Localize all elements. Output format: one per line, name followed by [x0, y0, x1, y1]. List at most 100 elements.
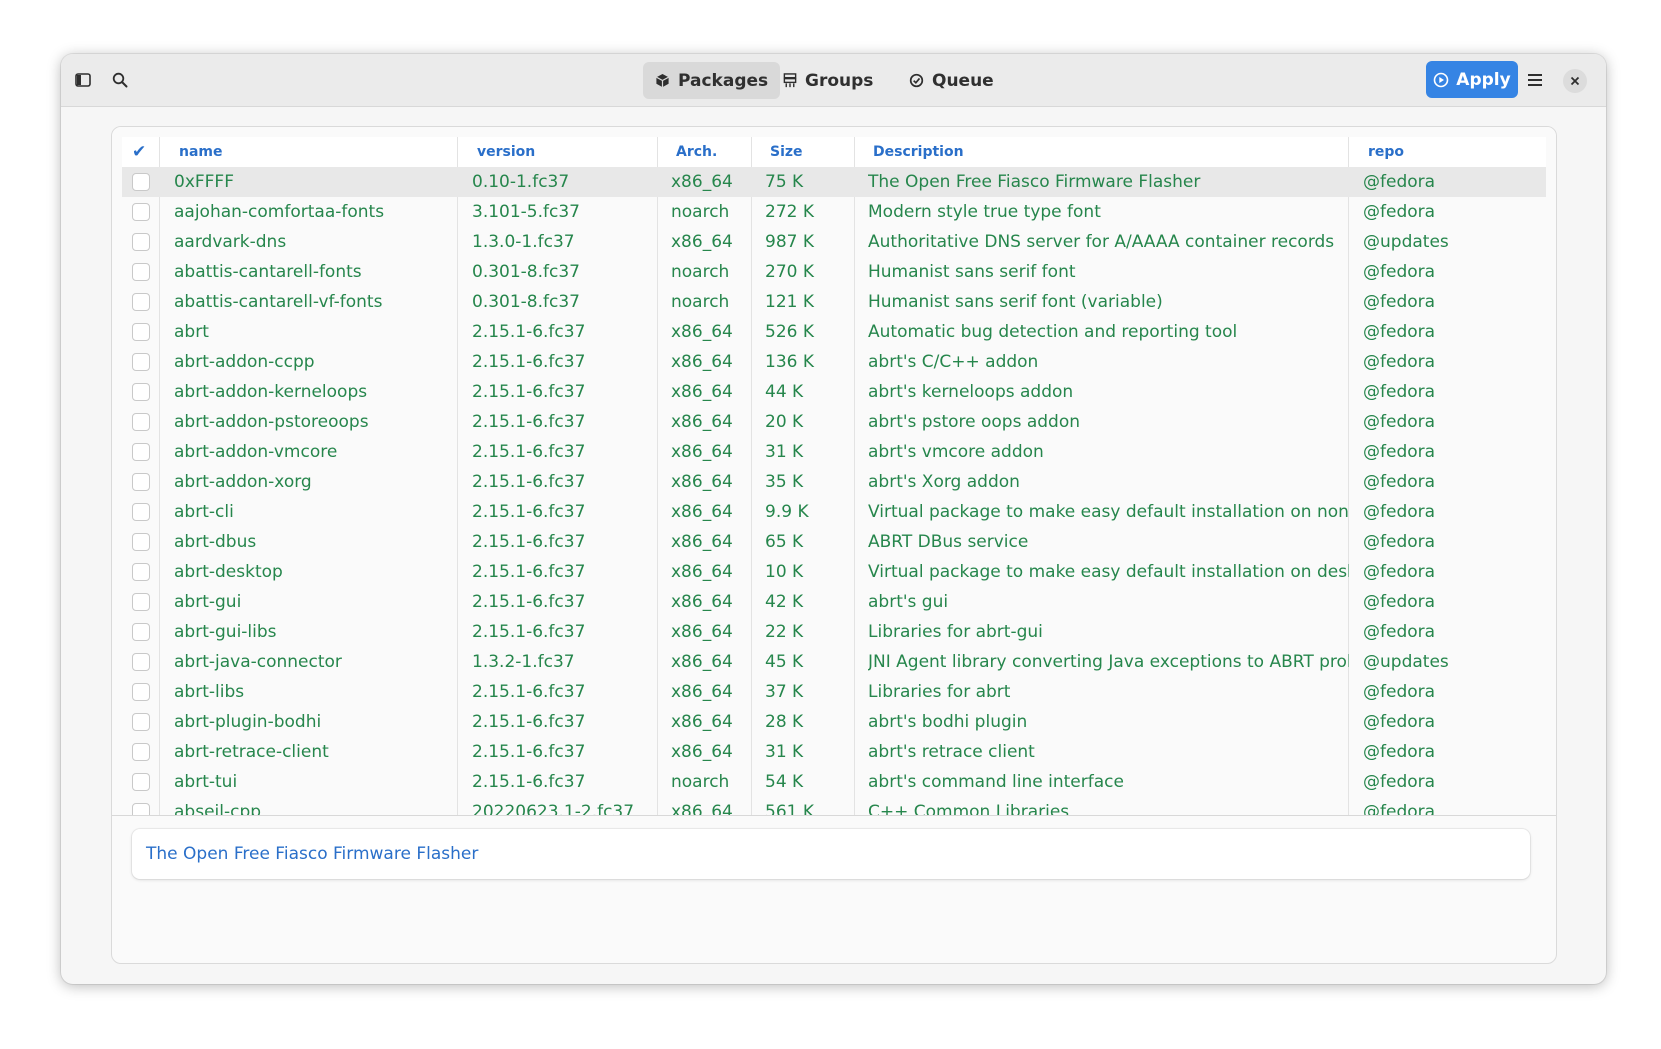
cell-repo: @fedora — [1363, 772, 1436, 792]
row-checkbox[interactable] — [132, 623, 150, 641]
cell-description: C++ Common Libraries — [868, 802, 1070, 816]
column-header-name[interactable]: name — [179, 137, 223, 167]
row-checkbox[interactable] — [132, 443, 150, 461]
row-checkbox[interactable] — [132, 803, 150, 815]
cell-arch: x86_64 — [671, 712, 733, 732]
row-checkbox[interactable] — [132, 413, 150, 431]
cell-description: abrt's Xorg addon — [868, 472, 1020, 492]
cell-description: abrt's bodhi plugin — [868, 712, 1028, 732]
table-row[interactable]: abrt-plugin-bodhi 2.15.1-6.fc37 x86_64 28 K… — [122, 707, 1546, 737]
cell-size: 44 K — [765, 382, 804, 402]
table-row[interactable]: abrt 2.15.1-6.fc37 x86_64 526 K Automatic bu… — [122, 317, 1546, 347]
row-checkbox[interactable] — [132, 683, 150, 701]
row-checkbox[interactable] — [132, 383, 150, 401]
tab-label: Queue — [932, 70, 994, 91]
table-row[interactable]: abrt-tui 2.15.1-6.fc37 noarch 54 K abrt's co… — [122, 767, 1546, 797]
sidebar-toggle-button[interactable] — [66, 63, 100, 97]
main-menu-button[interactable] — [1518, 63, 1552, 97]
table-row[interactable]: abattis-cantarell-fonts 0.301-8.fc37 noarc… — [122, 257, 1546, 287]
row-checkbox[interactable] — [132, 593, 150, 611]
table-row[interactable]: abrt-retrace-client 2.15.1-6.fc37 x86_64 31… — [122, 737, 1546, 767]
cell-description: Modern style true type font — [868, 202, 1101, 222]
table-row[interactable]: abrt-dbus 2.15.1-6.fc37 x86_64 65 K ABRT DBu… — [122, 527, 1546, 557]
column-header-description[interactable]: Description — [873, 137, 964, 167]
select-all-column-header[interactable]: ✔ — [132, 137, 146, 167]
cell-name: abrt-gui — [174, 592, 242, 612]
cell-description: JNI Agent library converting Java except… — [868, 652, 1349, 672]
cell-repo: @fedora — [1363, 592, 1436, 612]
table-row[interactable]: abattis-cantarell-vf-fonts 0.301-8.fc37 no… — [122, 287, 1546, 317]
row-checkbox[interactable] — [132, 233, 150, 251]
row-checkbox[interactable] — [132, 533, 150, 551]
table-row[interactable]: 0xFFFF 0.10-1.fc37 x86_64 75 K The Open Free… — [122, 167, 1546, 197]
table-row[interactable]: aajohan-comfortaa-fonts 3.101-5.fc37 noarc… — [122, 197, 1546, 227]
table-row[interactable]: abseil-cpp 20220623.1-2.fc37 x86_64 561 K C+… — [122, 797, 1546, 816]
row-checkbox[interactable] — [132, 563, 150, 581]
tab-label: Groups — [805, 70, 874, 91]
table-row[interactable]: abrt-addon-pstoreoops 2.15.1-6.fc37 x86_64… — [122, 407, 1546, 437]
column-header-version[interactable]: version — [477, 137, 535, 167]
column-header-arch[interactable]: Arch. — [676, 137, 717, 167]
cell-version: 2.15.1-6.fc37 — [472, 322, 586, 342]
cell-description: The Open Free Fiasco Firmware Flasher — [868, 172, 1201, 192]
close-window-button[interactable] — [1563, 69, 1587, 93]
apply-label: Apply — [1456, 69, 1511, 90]
cell-repo: @fedora — [1363, 382, 1436, 402]
cell-size: 272 K — [765, 202, 814, 222]
tab-queue[interactable]: Queue — [897, 62, 1006, 99]
row-checkbox[interactable] — [132, 503, 150, 521]
table-row[interactable]: abrt-java-connector 1.3.2-1.fc37 x86_64 45 … — [122, 647, 1546, 677]
table-row[interactable]: abrt-addon-kerneloops 2.15.1-6.fc37 x86_64… — [122, 377, 1546, 407]
table-row[interactable]: abrt-addon-vmcore 2.15.1-6.fc37 x86_64 31 K… — [122, 437, 1546, 467]
tab-groups[interactable]: Groups — [771, 62, 885, 99]
cell-version: 2.15.1-6.fc37 — [472, 742, 586, 762]
cell-size: 20 K — [765, 412, 804, 432]
cell-arch: x86_64 — [671, 592, 733, 612]
table-row[interactable]: abrt-cli 2.15.1-6.fc37 x86_64 9.9 K Virtual … — [122, 497, 1546, 527]
row-checkbox[interactable] — [132, 353, 150, 371]
cell-description: abrt's C/C++ addon — [868, 352, 1039, 372]
search-button[interactable] — [103, 63, 137, 97]
cell-description: Humanist sans serif font (variable) — [868, 292, 1163, 312]
row-checkbox[interactable] — [132, 293, 150, 311]
row-checkbox[interactable] — [132, 173, 150, 191]
table-row[interactable]: abrt-libs 2.15.1-6.fc37 x86_64 37 K Librarie… — [122, 677, 1546, 707]
cell-arch: x86_64 — [671, 682, 733, 702]
apply-button[interactable]: Apply — [1426, 61, 1518, 98]
table-row[interactable]: abrt-addon-xorg 2.15.1-6.fc37 x86_64 35 K ab… — [122, 467, 1546, 497]
table-row[interactable]: abrt-gui-libs 2.15.1-6.fc37 x86_64 22 K Libr… — [122, 617, 1546, 647]
column-header-size[interactable]: Size — [770, 137, 803, 167]
cell-name: abrt-addon-pstoreoops — [174, 412, 369, 432]
column-header-repo[interactable]: repo — [1368, 137, 1404, 167]
row-checkbox[interactable] — [132, 743, 150, 761]
cell-arch: x86_64 — [671, 172, 733, 192]
cell-size: 9.9 K — [765, 502, 809, 522]
cell-size: 526 K — [765, 322, 814, 342]
cell-name: aardvark-dns — [174, 232, 287, 252]
package-table[interactable]: ✔ name version Arch. Size Description re… — [112, 127, 1556, 816]
table-row[interactable]: abrt-addon-ccpp 2.15.1-6.fc37 x86_64 136 K a… — [122, 347, 1546, 377]
row-checkbox[interactable] — [132, 203, 150, 221]
cell-repo: @fedora — [1363, 352, 1436, 372]
table-row[interactable]: aardvark-dns 1.3.0-1.fc37 x86_64 987 K Autho… — [122, 227, 1546, 257]
row-checkbox[interactable] — [132, 473, 150, 491]
table-row[interactable]: abrt-desktop 2.15.1-6.fc37 x86_64 10 K Virtu… — [122, 557, 1546, 587]
cell-arch: x86_64 — [671, 742, 733, 762]
row-checkbox[interactable] — [132, 323, 150, 341]
row-checkbox[interactable] — [132, 263, 150, 281]
cell-arch: noarch — [671, 262, 730, 282]
cell-name: abrt — [174, 322, 209, 342]
tab-packages[interactable]: Packages — [643, 62, 781, 99]
cell-name: abrt-tui — [174, 772, 238, 792]
cell-description: abrt's command line interface — [868, 772, 1124, 792]
row-checkbox[interactable] — [132, 773, 150, 791]
table-header: ✔ name version Arch. Size Description re… — [122, 137, 1546, 167]
cell-version: 2.15.1-6.fc37 — [472, 562, 586, 582]
cell-size: 31 K — [765, 742, 804, 762]
row-checkbox[interactable] — [132, 713, 150, 731]
cell-version: 1.3.2-1.fc37 — [472, 652, 575, 672]
cell-version: 20220623.1-2.fc37 — [472, 802, 635, 816]
cell-arch: x86_64 — [671, 652, 733, 672]
row-checkbox[interactable] — [132, 653, 150, 671]
table-row[interactable]: abrt-gui 2.15.1-6.fc37 x86_64 42 K abrt's gu… — [122, 587, 1546, 617]
